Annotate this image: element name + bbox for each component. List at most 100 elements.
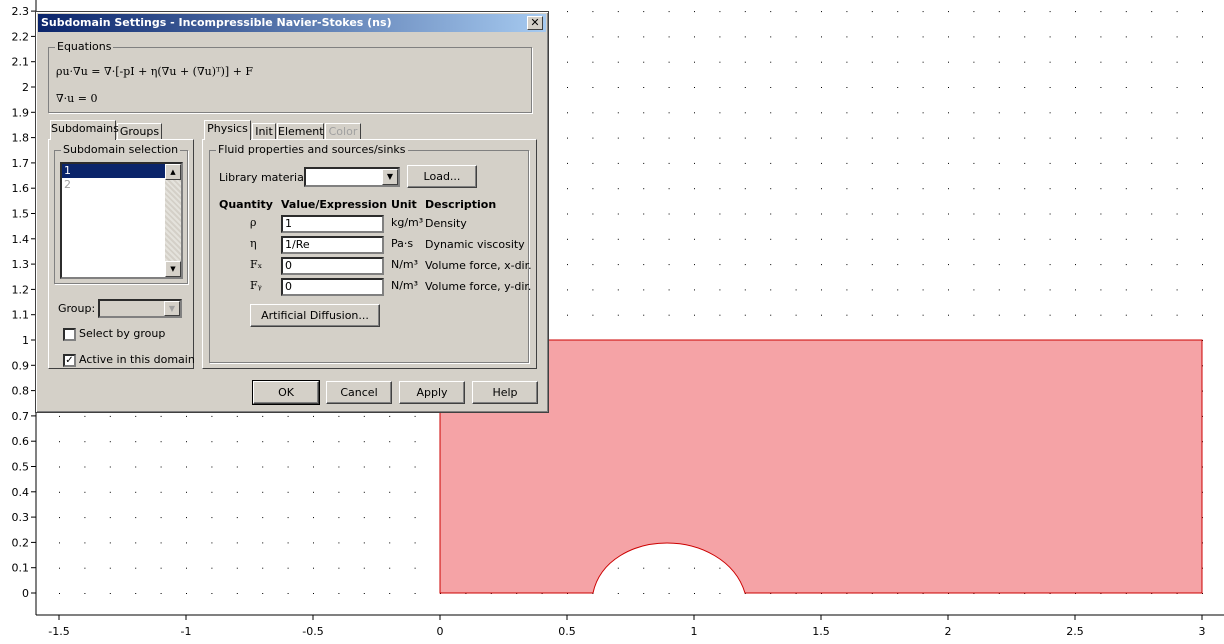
grid-dot	[871, 112, 873, 114]
list-scrollbar[interactable]: ▲ ▼	[165, 164, 181, 277]
grid-dot	[668, 162, 670, 164]
grid-dot	[1049, 162, 1051, 164]
grid-dot	[592, 314, 594, 316]
table-row-symbol: η	[250, 237, 257, 250]
subdomain-1-rectangle[interactable]	[439, 339, 1203, 594]
grid-dot	[287, 415, 289, 417]
grid-dot	[643, 61, 645, 63]
grid-dot	[821, 289, 822, 291]
grid-dot	[846, 137, 848, 139]
group-label: Group:	[58, 302, 96, 315]
grid-dot	[973, 162, 975, 164]
ok-button[interactable]: OK	[252, 380, 320, 405]
density-field[interactable]: 1	[281, 215, 384, 233]
grid-dot	[567, 11, 568, 13]
artificial-diffusion-button[interactable]: Artificial Diffusion...	[250, 304, 380, 327]
grid-dot	[719, 238, 721, 240]
grid-dot	[1024, 112, 1026, 114]
grid-dot	[770, 314, 772, 316]
grid-dot	[795, 112, 797, 114]
grid-dot	[1125, 213, 1127, 215]
grid-dot	[1075, 87, 1076, 88]
tab-init[interactable]: Init	[252, 123, 276, 140]
active-in-domain-checkbox[interactable]: ✓	[63, 354, 76, 367]
grid-dot	[1049, 36, 1051, 38]
grid-dot	[567, 36, 568, 38]
x-tick-label: 2	[945, 625, 952, 638]
grid-dot	[744, 87, 746, 88]
grid-dot	[363, 491, 365, 493]
subdomain-listbox[interactable]: 1 2 ▲ ▼	[60, 162, 183, 279]
dialog-titlebar[interactable]: Subdomain Settings - Incompressible Navi…	[38, 14, 546, 32]
grid-dot	[668, 314, 670, 316]
apply-button[interactable]: Apply	[399, 381, 465, 404]
tab-element[interactable]: Element	[277, 123, 324, 140]
grid-dot	[1176, 162, 1178, 164]
grid-dot	[414, 441, 416, 443]
tab-groups[interactable]: Groups	[117, 123, 162, 140]
grid-dot	[1024, 264, 1026, 266]
grid-dot	[1151, 61, 1153, 63]
grid-dot	[592, 162, 594, 164]
grid-dot	[1100, 162, 1102, 164]
grid-dot	[414, 517, 416, 519]
grid-dot	[770, 238, 772, 240]
grid-dot	[1176, 36, 1178, 38]
grid-dot	[1151, 314, 1153, 316]
grid-dot	[795, 87, 797, 88]
tab-color: Color	[325, 123, 361, 140]
grid-dot	[1125, 314, 1127, 316]
grid-dot	[236, 466, 238, 468]
tab-physics[interactable]: Physics	[204, 120, 251, 140]
load-button[interactable]: Load...	[407, 165, 477, 188]
library-material-combo[interactable]: ▼	[304, 167, 400, 187]
force-x-field[interactable]: 0	[281, 257, 384, 275]
chevron-down-icon[interactable]: ▼	[382, 169, 398, 185]
help-button[interactable]: Help	[472, 381, 538, 404]
grid-dot	[668, 593, 670, 594]
grid-dot	[719, 87, 721, 88]
grid-dot	[1202, 213, 1203, 215]
grid-dot	[414, 466, 416, 468]
select-by-group-checkbox[interactable]	[63, 328, 76, 341]
grid-dot	[389, 517, 391, 519]
grid-dot	[1049, 188, 1051, 190]
grid-dot	[719, 213, 721, 215]
close-icon[interactable]: ✕	[527, 16, 543, 30]
grid-dot	[1202, 137, 1203, 139]
y-tick-label: 0.4	[12, 486, 30, 499]
grid-dot	[84, 491, 86, 493]
grid-dot	[262, 517, 264, 519]
y-tick-label: 1.8	[12, 132, 30, 145]
grid-dot	[668, 264, 670, 266]
y-tick-label: 1.7	[12, 157, 30, 170]
grid-dot	[211, 593, 213, 594]
grid-dot	[592, 87, 594, 88]
grid-dot	[973, 238, 975, 240]
grid-dot	[973, 213, 975, 215]
force-y-field[interactable]: 0	[281, 278, 384, 296]
list-item[interactable]: 2	[62, 178, 165, 192]
grid-dot	[617, 567, 619, 569]
grid-dot	[922, 238, 924, 240]
grid-dot	[643, 593, 645, 594]
scroll-up-icon[interactable]: ▲	[165, 164, 181, 180]
grid-dot	[1151, 162, 1153, 164]
cancel-button[interactable]: Cancel	[326, 381, 392, 404]
grid-dot	[1151, 213, 1153, 215]
grid-dot	[1202, 112, 1203, 114]
scroll-down-icon[interactable]: ▼	[165, 261, 181, 277]
viscosity-field[interactable]: 1/Re	[281, 236, 384, 254]
grid-dot	[59, 441, 60, 443]
grid-dot	[643, 112, 645, 114]
grid-dot	[922, 11, 924, 13]
tab-subdomains[interactable]: Subdomains	[50, 120, 119, 140]
list-item[interactable]: 1	[62, 164, 165, 178]
grid-dot	[719, 36, 721, 38]
grid-dot	[948, 264, 949, 266]
grid-dot	[1202, 61, 1203, 63]
grid-dot	[1176, 289, 1178, 291]
grid-dot	[135, 542, 137, 544]
grid-dot	[897, 264, 899, 266]
grid-dot	[770, 289, 772, 291]
